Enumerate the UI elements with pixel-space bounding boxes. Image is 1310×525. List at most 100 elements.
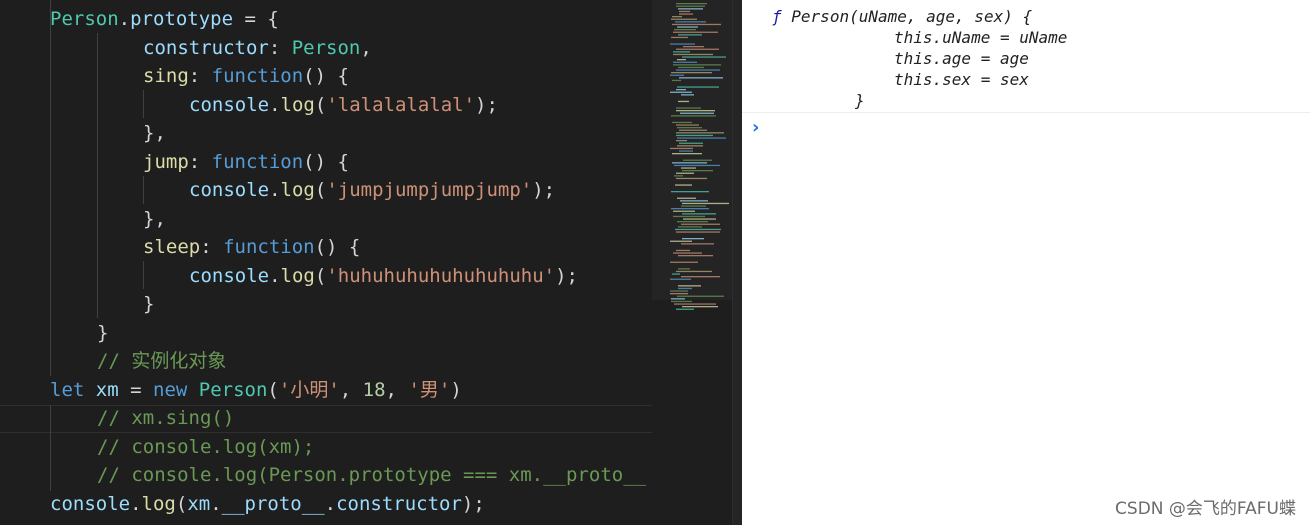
minimap-line (679, 150, 693, 152)
minimap-line (677, 26, 698, 28)
minimap-line (680, 112, 714, 114)
minimap-line (676, 270, 712, 273)
minimap-line (677, 145, 703, 147)
minimap-line (679, 129, 707, 131)
devtools-console[interactable]: ƒ Person(uName, age, sex) { this.uName =… (742, 0, 1310, 525)
minimap-line (677, 137, 726, 139)
minimap-line (678, 34, 702, 36)
code-token: : (268, 36, 292, 59)
code-line[interactable]: }, (143, 119, 166, 148)
editor-scrollbar[interactable] (732, 0, 742, 525)
code-line[interactable]: } (97, 319, 108, 348)
code-line[interactable]: console.log(xm.__proto__.constructor); (50, 490, 485, 519)
code-token: console (189, 179, 270, 201)
code-token: log (141, 492, 176, 515)
code-token: __proto__ (221, 492, 325, 515)
minimap-line (671, 191, 709, 193)
minimap-line (670, 147, 693, 150)
minimap-line (682, 213, 716, 215)
code-line[interactable]: jump: function() { (143, 148, 349, 177)
minimap-line (670, 293, 688, 295)
code-line[interactable]: console.log('huhuhuhuhuhuhuhuhu'); (189, 262, 578, 291)
code-token: : (200, 236, 224, 258)
code-line[interactable]: console.log('lalalalalal'); (189, 91, 498, 120)
code-token: new (153, 378, 188, 401)
code-token: function (211, 150, 304, 173)
watermark: CSDN @会飞的FAFU蝶 (1115, 499, 1296, 519)
minimap-line (683, 159, 712, 161)
console-output-line: ƒ Person(uName, age, sex) { (772, 6, 1032, 27)
code-line[interactable]: // console.log(xm); (97, 433, 314, 462)
minimap-line (673, 31, 718, 33)
code-token: sing (143, 65, 189, 87)
minimap-line (671, 18, 697, 20)
code-line[interactable]: sleep: function() { (143, 233, 360, 262)
code-token: xm (187, 492, 211, 515)
code-line[interactable]: // xm.sing() (97, 404, 234, 433)
code-token: // console.log(xm); (97, 435, 315, 458)
minimap-line (681, 223, 720, 225)
code-token: // console.log(Person.prototype === xm._… (97, 464, 647, 486)
minimap-line (672, 16, 682, 18)
code-token: 'lalalalalal' (326, 93, 476, 116)
console-output-line: this.age = age (894, 49, 1029, 68)
code-line[interactable]: console.log('jumpjumpjumpjump'); (189, 176, 555, 205)
code-line[interactable]: // console.log(Person.prototype === xm._… (97, 461, 646, 490)
minimap-line (678, 285, 701, 287)
minimap-line (673, 215, 705, 218)
code-token: log (280, 93, 315, 116)
code-line[interactable]: Person.prototype = { (50, 5, 279, 34)
code-token: 'jumpjumpjumpjump' (326, 179, 533, 201)
minimap-line (676, 124, 699, 126)
minimap-line (676, 308, 694, 310)
console-divider (742, 112, 1310, 113)
chevron-right-icon[interactable]: › (752, 117, 759, 138)
code-token: } (143, 293, 155, 315)
code-token: = { (233, 8, 279, 30)
minimap-line (683, 46, 704, 48)
code-line[interactable]: } (143, 290, 154, 319)
code-token: . (130, 492, 142, 515)
minimap-line (683, 218, 716, 220)
minimap-line (676, 69, 720, 71)
minimap-line (675, 184, 692, 186)
code-token: } (97, 321, 109, 344)
code-line[interactable]: let xm = new Person('小明', 18, '男') (50, 376, 462, 405)
minimap-line (671, 208, 709, 210)
minimap-line (682, 170, 713, 172)
indent-guide (143, 176, 144, 204)
console-output-line: } (855, 91, 865, 110)
function-signature: Person(uName, age, sex) { (791, 7, 1033, 26)
minimap-line (676, 3, 707, 5)
code-token: , (385, 378, 409, 401)
code-token: . (269, 264, 281, 287)
code-editor[interactable]: Person.prototype = {constructor: Person,… (0, 0, 652, 525)
minimap-line (678, 287, 692, 290)
code-token: ( (314, 93, 327, 116)
code-token: constructor (336, 492, 462, 515)
minimap-line (679, 142, 703, 144)
console-output-line: this.sex = sex (894, 70, 1029, 89)
minimap-line (680, 200, 708, 202)
minimap-line (681, 167, 696, 169)
code-token: , (339, 378, 363, 401)
minimap-line (677, 127, 702, 129)
code-line[interactable]: constructor: Person, (143, 34, 372, 63)
code-token: () { (314, 236, 361, 258)
minimap[interactable] (652, 0, 732, 525)
code-line[interactable]: // 实例化对象 (97, 347, 226, 376)
code-token: 18 (362, 378, 386, 401)
minimap-line (670, 240, 692, 242)
code-token: ) (450, 378, 462, 401)
minimap-line (682, 56, 726, 58)
code-token: : (188, 150, 212, 173)
minimap-line (671, 36, 688, 39)
code-token: console (189, 264, 270, 287)
code-token: console (50, 492, 131, 515)
code-token: Person (50, 8, 119, 30)
code-line[interactable]: sing: function() { (143, 62, 349, 91)
minimap-line (682, 238, 704, 240)
minimap-line (672, 23, 721, 26)
minimap-line (681, 94, 694, 96)
code-line[interactable]: }, (143, 205, 166, 234)
